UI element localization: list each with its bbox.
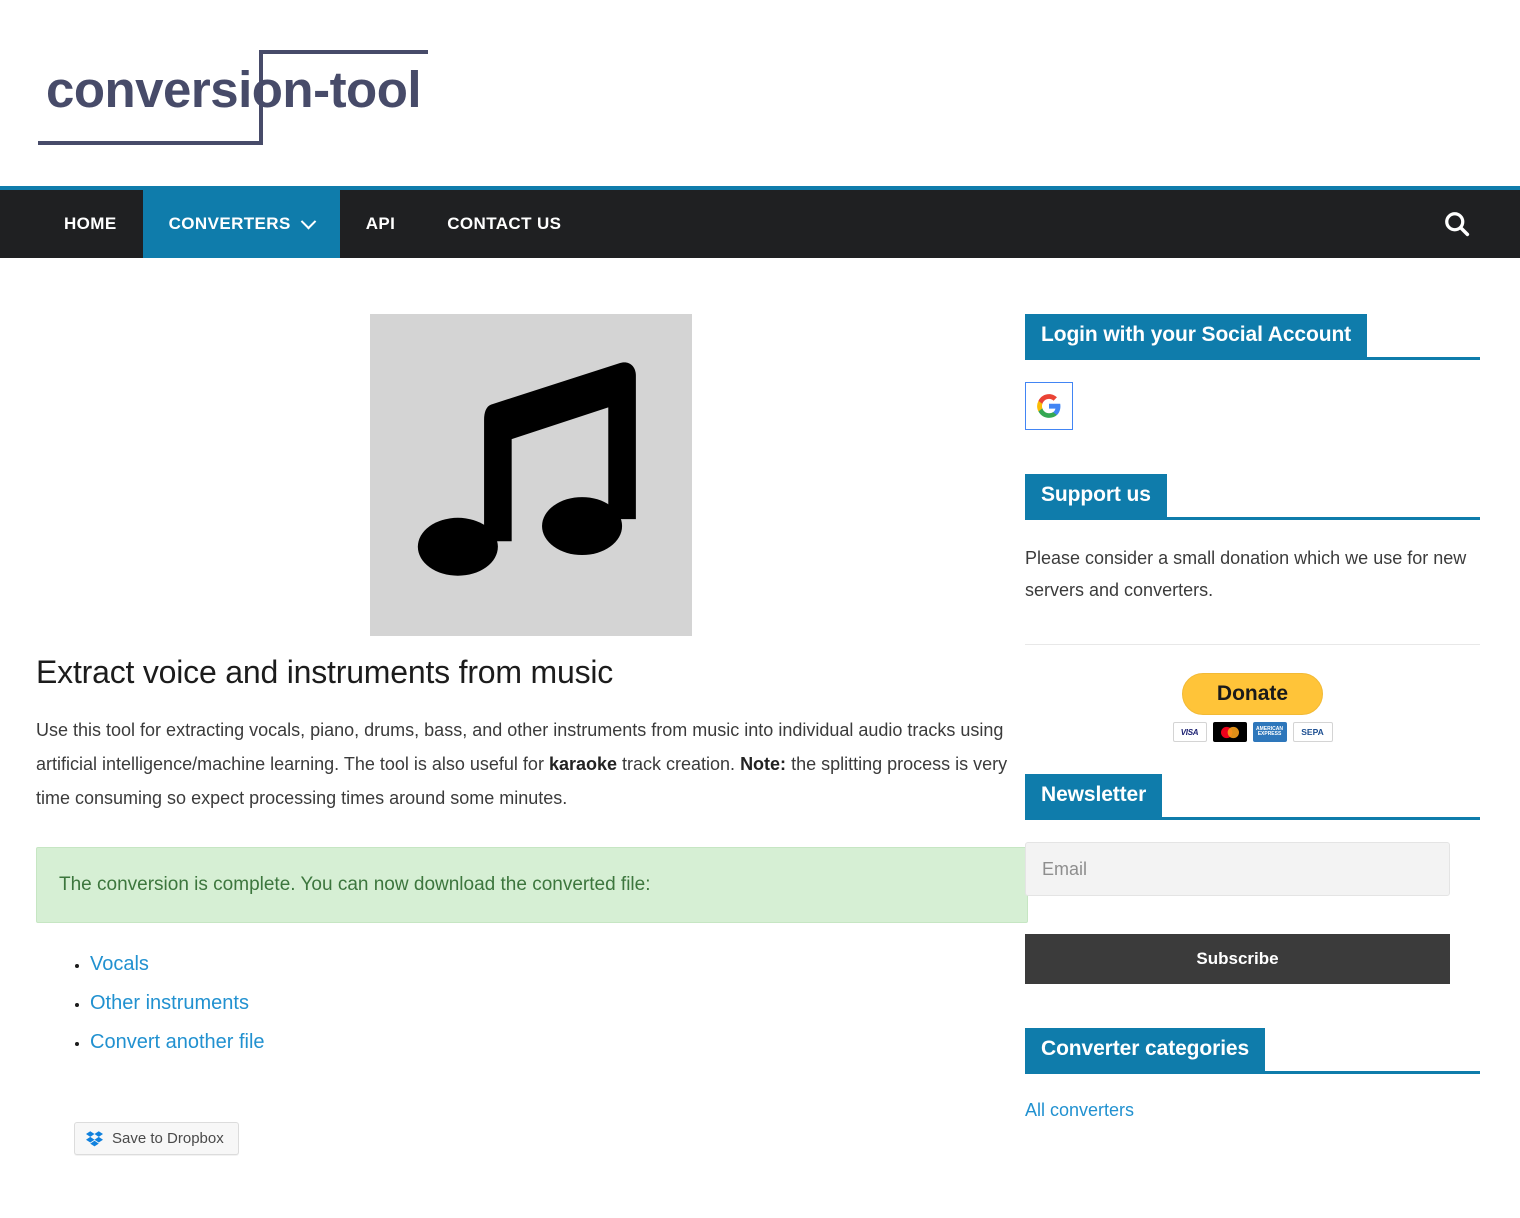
donate-button[interactable]: Donate bbox=[1181, 673, 1324, 715]
widget-body bbox=[1025, 360, 1480, 430]
google-login-button[interactable] bbox=[1025, 382, 1073, 430]
site-logo[interactable]: conversion-tool bbox=[38, 42, 428, 152]
visa-logo: VISA bbox=[1172, 722, 1207, 742]
subscribe-button[interactable]: Subscribe bbox=[1025, 934, 1450, 984]
description-text-2: track creation. bbox=[617, 754, 741, 774]
widget-social-login: Login with your Social Account bbox=[1025, 314, 1480, 430]
description-bold-karaoke: karaoke bbox=[548, 754, 618, 774]
mastercard-logo bbox=[1212, 722, 1247, 742]
search-icon bbox=[1445, 212, 1470, 237]
chevron-down-icon bbox=[300, 213, 316, 229]
support-description: Please consider a small donation which w… bbox=[1025, 548, 1467, 600]
widget-title-newsletter: Newsletter bbox=[1025, 774, 1163, 817]
download-links-list: Vocals Other instruments Convert another… bbox=[90, 953, 1020, 1054]
sepa-logo: SEPA bbox=[1292, 722, 1333, 742]
search-button[interactable] bbox=[1442, 190, 1472, 258]
widget-header: Login with your Social Account bbox=[1025, 314, 1480, 360]
download-link-vocals[interactable]: Vocals bbox=[90, 953, 149, 975]
list-item: Convert another file bbox=[90, 1031, 1020, 1054]
payment-card-logos: VISA AMERICAN EXPRESS SEPA bbox=[1172, 722, 1333, 742]
widget-converter-categories: Converter categories All converters bbox=[1025, 1028, 1480, 1121]
main-content: Extract voice and instruments from music… bbox=[0, 258, 1028, 1155]
list-item: Vocals bbox=[90, 953, 1020, 976]
logo-bracket-top bbox=[259, 50, 428, 54]
nav-item-label: CONVERTERS bbox=[168, 214, 291, 233]
widget-title-converter-categories: Converter categories bbox=[1025, 1028, 1266, 1071]
newsletter-email-input[interactable] bbox=[1025, 842, 1450, 896]
list-item: Other instruments bbox=[90, 992, 1020, 1015]
widget-newsletter: Newsletter Subscribe bbox=[1025, 774, 1480, 984]
nav-item-api[interactable]: API bbox=[340, 190, 422, 258]
widget-header: Newsletter bbox=[1025, 774, 1480, 820]
nav-item-label: HOME bbox=[64, 214, 117, 233]
amex-logo: AMERICAN EXPRESS bbox=[1252, 722, 1287, 742]
sidebar: Login with your Social Account Support u… bbox=[1025, 258, 1480, 1155]
mastercard-circles-icon bbox=[1220, 726, 1239, 738]
nav-item-label: API bbox=[365, 214, 396, 233]
page-description: Use this tool for extracting vocals, pia… bbox=[36, 713, 1020, 815]
widget-title-support-us: Support us bbox=[1025, 474, 1167, 517]
dropbox-button-label: Save to Dropbox bbox=[112, 1130, 224, 1147]
main-navigation: HOME CONVERTERS API CONTACT US bbox=[0, 186, 1520, 258]
nav-item-converters[interactable]: CONVERTERS bbox=[142, 190, 340, 258]
save-to-dropbox-button[interactable]: Save to Dropbox bbox=[74, 1122, 239, 1155]
logo-text: conversion-tool bbox=[46, 61, 422, 118]
site-header: conversion-tool bbox=[0, 0, 1520, 186]
widget-body: Please consider a small donation which w… bbox=[1025, 520, 1480, 742]
widget-header: Support us bbox=[1025, 474, 1480, 520]
page-title: Extract voice and instruments from music bbox=[36, 654, 614, 690]
widget-body: All converters bbox=[1025, 1074, 1480, 1121]
widget-header: Converter categories bbox=[1025, 1028, 1480, 1074]
widget-body: Subscribe bbox=[1025, 820, 1480, 984]
conversion-complete-alert: The conversion is complete. You can now … bbox=[36, 847, 1028, 923]
logo-bracket-bottom bbox=[38, 141, 263, 145]
alert-message: The conversion is complete. You can now … bbox=[59, 874, 651, 895]
nav-item-home[interactable]: HOME bbox=[38, 190, 143, 258]
divider bbox=[1025, 644, 1480, 645]
hero-image bbox=[370, 314, 692, 636]
widget-title-social-login: Login with your Social Account bbox=[1025, 314, 1368, 357]
dropbox-icon bbox=[86, 1130, 103, 1146]
google-icon bbox=[1037, 394, 1061, 418]
nav-item-contact-us[interactable]: CONTACT US bbox=[421, 190, 587, 258]
all-converters-link[interactable]: All converters bbox=[1025, 1100, 1134, 1121]
music-note-icon bbox=[417, 362, 636, 576]
nav-items: HOME CONVERTERS API CONTACT US bbox=[38, 190, 587, 258]
donate-area: Donate VISA AMERICAN EXPRESS SEPA bbox=[1025, 673, 1480, 742]
widget-support-us: Support us Please consider a small donat… bbox=[1025, 474, 1480, 742]
page-body: Extract voice and instruments from music… bbox=[0, 258, 1520, 1155]
convert-another-file-link[interactable]: Convert another file bbox=[90, 1031, 265, 1053]
nav-item-label: CONTACT US bbox=[447, 214, 562, 233]
download-link-other-instruments[interactable]: Other instruments bbox=[90, 992, 249, 1014]
description-bold-note: Note: bbox=[740, 754, 787, 774]
